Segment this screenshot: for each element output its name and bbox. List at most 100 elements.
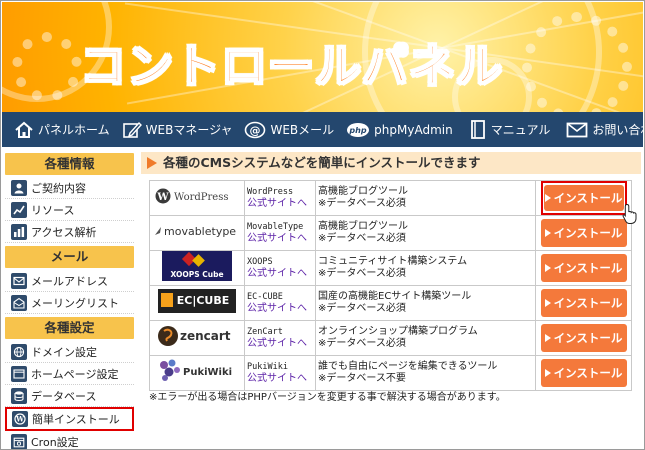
user-icon [11, 179, 27, 196]
cms-name-cell: ZenCart 公式サイトへ [244, 320, 316, 356]
cms-desc: 誰でも自由にページを編集できるツール [318, 361, 498, 372]
nav-manual[interactable]: マニュアル [453, 112, 551, 147]
svg-text:XOOPS Cube: XOOPS Cube [170, 270, 223, 279]
cms-desc: オンラインショップ構築プログラム [318, 326, 478, 337]
sidebar-item-label: メールアドレス [31, 274, 108, 288]
sidebar: 各種情報 ご契約内容 リソース アクセス解析 メール メールアドレス メーリング… [5, 153, 134, 449]
svg-text:zencart: zencart [180, 329, 231, 343]
sidebar-item-resource[interactable]: リソース [5, 199, 134, 221]
nav-label: お問い合わせ [592, 123, 644, 137]
cms-logo-cell: EC|CUBE [149, 285, 245, 321]
pukiwiki-logo: PukiWiki [157, 357, 237, 385]
install-button[interactable]: インストール [543, 185, 624, 211]
install-label: インストール [553, 331, 623, 345]
footnote: ※エラーが出る場合はPHPバージョンを変更する事で解決する場合があります。 [149, 392, 506, 403]
official-site-link[interactable]: 公式サイトへ [247, 198, 307, 209]
mailing-list-icon [11, 294, 27, 311]
cms-name: PukiWiki [247, 361, 288, 372]
cms-name: WordPress [247, 186, 294, 197]
sidebar-item-label: リソース [31, 203, 75, 217]
nav-web-manager[interactable]: WEBマネージャ [110, 112, 232, 147]
browser-icon [11, 365, 27, 382]
official-site-link[interactable]: 公式サイトへ [247, 303, 307, 314]
sidebar-item-contract[interactable]: ご契約内容 [5, 177, 134, 199]
cms-requirement: ※データベース不要 [318, 373, 406, 384]
nav-label: WEBメール [270, 123, 335, 137]
install-button[interactable]: インストール [540, 359, 627, 387]
sidebar-item-domain[interactable]: ドメイン設定 [5, 341, 134, 363]
cms-name: EC-CUBE [247, 291, 283, 302]
install-label: インストール [553, 261, 623, 275]
arrow-icon [147, 157, 157, 169]
calendar-icon [11, 433, 27, 449]
install-label: インストール [553, 226, 623, 240]
cms-logo-cell: zencart [149, 320, 245, 356]
control-panel-window: コントロールパネル パネルホーム WEBマネージャ @ WEBメール php p… [0, 0, 645, 450]
cms-logo-cell: PukiWiki [149, 355, 245, 391]
official-site-link[interactable]: 公式サイトへ [247, 338, 307, 349]
nav-web-mail[interactable]: @ WEBメール [232, 112, 334, 147]
sidebar-item-label: ご契約内容 [31, 181, 86, 195]
nav-contact[interactable]: お問い合わせ [550, 112, 644, 147]
cms-logo-cell: XOOPS Cube [149, 250, 245, 286]
official-site-link[interactable]: 公式サイトへ [247, 233, 307, 244]
svg-text:php: php [349, 126, 367, 135]
xoops-logo: XOOPS Cube [162, 251, 232, 281]
bar-chart-icon [11, 223, 27, 240]
top-nav: パネルホーム WEBマネージャ @ WEBメール php phpMyAdmin … [2, 112, 644, 147]
sidebar-item-mailing-list[interactable]: メーリングリスト [5, 292, 134, 314]
cms-name-cell: WordPress 公式サイトへ [244, 180, 316, 216]
sidebar-item-database[interactable]: データベース [5, 385, 134, 407]
install-label: インストール [553, 296, 623, 310]
play-icon [544, 229, 551, 237]
cms-desc-cell: 国産の高機能ECサイト構築ツール ※データベース必須 [315, 285, 536, 321]
svg-text:W: W [156, 192, 169, 203]
sidebar-item-cron[interactable]: Cron設定 [5, 431, 134, 449]
official-site-link[interactable]: 公式サイトへ [247, 268, 307, 279]
install-button[interactable]: インストール [540, 219, 627, 247]
mail-icon [11, 272, 27, 289]
hand-cursor-icon [622, 203, 636, 224]
svg-text:W: W [15, 415, 24, 424]
cms-logo-cell: W WordPress [149, 180, 245, 216]
sidebar-item-access[interactable]: アクセス解析 [5, 221, 134, 243]
install-label: インストール [553, 191, 623, 205]
install-button[interactable]: インストール [540, 289, 627, 317]
cms-desc: 高機能ブログツール [318, 186, 408, 197]
cms-name: XOOPS [247, 256, 273, 267]
cms-logo-cell: movabletype [149, 215, 245, 251]
nav-phpmyadmin[interactable]: php phpMyAdmin [334, 112, 453, 147]
eccube-logo: EC|CUBE [158, 289, 236, 313]
wordpress-logo: W WordPress [154, 186, 240, 206]
cms-name-cell: XOOPS 公式サイトへ [244, 250, 316, 286]
play-icon [544, 299, 551, 307]
header-banner: コントロールパネル [2, 2, 643, 112]
cms-name-cell: PukiWiki 公式サイトへ [244, 355, 316, 391]
svg-text:@: @ [250, 124, 261, 137]
section-heading-text: 各種のCMSシステムなどを簡単にインストールできます [163, 155, 481, 170]
edit-icon [122, 121, 142, 138]
sidebar-item-easy-install[interactable]: W 簡単インストール [5, 407, 134, 431]
svg-text:WordPress: WordPress [174, 192, 229, 203]
cms-requirement: ※データベース必須 [318, 338, 406, 349]
cms-table: W WordPress WordPress 公式サイトへ 高機能ブログツール ※データ… [149, 180, 636, 391]
cms-desc: 国産の高機能ECサイト構築ツール [318, 291, 472, 302]
cms-desc-cell: 高機能ブログツール ※データベース必須 [315, 215, 536, 251]
nav-panel-home[interactable]: パネルホーム [2, 112, 110, 147]
cms-requirement: ※データベース必須 [318, 233, 406, 244]
install-button[interactable]: インストール [540, 324, 627, 352]
install-button[interactable]: インストール [540, 254, 627, 282]
sidebar-item-homepage[interactable]: ホームページ設定 [5, 363, 134, 385]
table-row: W WordPress WordPress 公式サイトへ 高機能ブログツール ※データ… [149, 180, 636, 224]
sidebar-item-label: メーリングリスト [31, 296, 119, 310]
nav-label: phpMyAdmin [374, 122, 453, 137]
official-site-link[interactable]: 公式サイトへ [247, 373, 307, 384]
movabletype-logo: movabletype [152, 221, 242, 241]
table-row: movabletype MovableType 公式サイトへ 高機能ブログツール ※… [149, 215, 632, 251]
sidebar-item-mail-address[interactable]: メールアドレス [5, 270, 134, 292]
sidebar-item-label: アクセス解析 [31, 225, 97, 239]
svg-text:movabletype: movabletype [164, 225, 236, 238]
play-icon [544, 194, 551, 202]
nav-label: マニュアル [490, 123, 551, 137]
table-row: EC|CUBE EC-CUBE 公式サイトへ 国産の高機能ECサイト構築ツール ※デ… [149, 285, 632, 321]
